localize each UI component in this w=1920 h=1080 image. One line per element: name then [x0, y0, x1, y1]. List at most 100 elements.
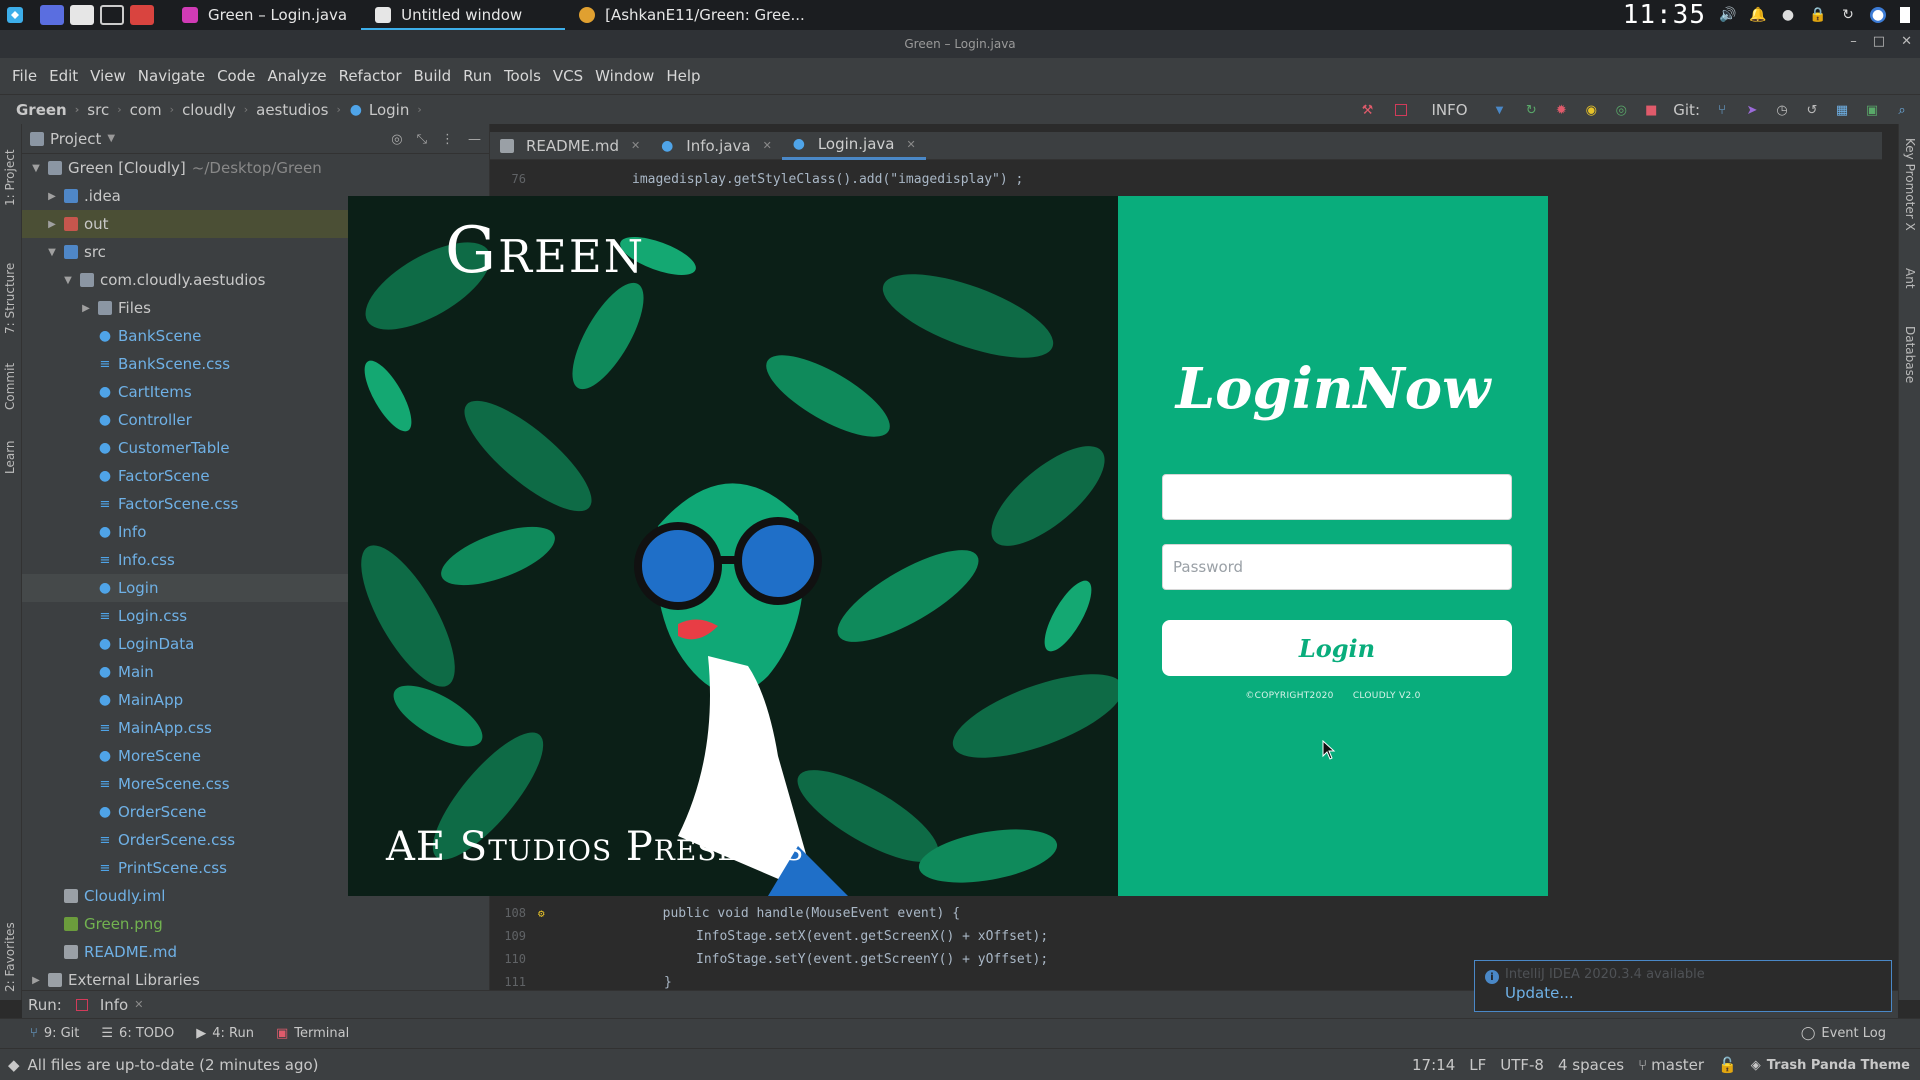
- readonly-lock-icon[interactable]: 🔓: [1718, 1056, 1737, 1074]
- terminal-toolbar-icon[interactable]: ▣: [1864, 102, 1880, 118]
- css-file-icon: ≡: [99, 608, 111, 624]
- tool-favorites[interactable]: 2: Favorites: [3, 922, 17, 992]
- task-intellij[interactable]: Green – Login.java: [168, 0, 361, 30]
- override-gutter-icon[interactable]: ⚙: [538, 907, 545, 920]
- clock[interactable]: 11:35: [1623, 0, 1706, 30]
- tree-item-file[interactable]: Green.png: [22, 910, 489, 938]
- breadcrumb-cloudly[interactable]: cloudly ›: [182, 101, 256, 119]
- debug-icon[interactable]: ✹: [1553, 102, 1569, 118]
- close-icon[interactable]: ✕: [134, 998, 143, 1011]
- menu-vcs[interactable]: VCS: [547, 67, 589, 85]
- git-rollback-icon[interactable]: ↺: [1804, 102, 1820, 118]
- file-encoding[interactable]: UTF-8: [1500, 1056, 1544, 1074]
- git-branch[interactable]: ⑂ master: [1638, 1056, 1704, 1074]
- file-manager-icon[interactable]: [70, 5, 94, 25]
- indent-setting[interactable]: 4 spaces: [1558, 1056, 1624, 1074]
- menu-run[interactable]: Run: [457, 67, 498, 85]
- username-input[interactable]: [1162, 474, 1512, 520]
- maximize-icon[interactable]: □: [1873, 34, 1885, 49]
- git-update-icon[interactable]: ⑂: [1714, 102, 1730, 118]
- menu-window[interactable]: Window: [589, 67, 660, 85]
- tool-database[interactable]: Database: [1903, 326, 1917, 383]
- tab-info-java[interactable]: ● Info.java ✕: [650, 132, 782, 160]
- tree-item-file[interactable]: README.md: [22, 938, 489, 966]
- breadcrumb-aestudios[interactable]: aestudios ›: [256, 101, 349, 119]
- todo-tool-button[interactable]: ☰ 6: TODO: [101, 1026, 174, 1041]
- menu-help[interactable]: Help: [660, 67, 706, 85]
- close-icon[interactable]: ✕: [763, 139, 772, 152]
- build-hammer-icon[interactable]: ⚒: [1359, 102, 1375, 118]
- close-icon[interactable]: ✕: [1901, 34, 1912, 49]
- run-tool-button[interactable]: ▶ 4: Run: [196, 1026, 254, 1041]
- menu-navigate[interactable]: Navigate: [132, 67, 211, 85]
- breadcrumb-com[interactable]: com ›: [130, 101, 182, 119]
- tab-readme[interactable]: README.md ✕: [490, 132, 650, 160]
- menu-code[interactable]: Code: [211, 67, 261, 85]
- tool-key-promoter[interactable]: Key Promoter X: [1903, 138, 1917, 231]
- options-icon[interactable]: ⋮: [441, 132, 454, 147]
- module-folder-icon: [48, 161, 62, 175]
- terminal-tool-button[interactable]: ▣ Terminal: [276, 1026, 349, 1041]
- task-browser[interactable]: [AshkanE11/Green: Gree...: [565, 0, 819, 30]
- caret-position[interactable]: 17:14: [1412, 1056, 1455, 1074]
- show-desktop-icon[interactable]: [1900, 7, 1910, 23]
- branch-icon: ⑂: [1638, 1056, 1648, 1074]
- project-structure-icon[interactable]: ▦: [1834, 102, 1850, 118]
- status-message[interactable]: All files are up-to-date (2 minutes ago): [28, 1056, 319, 1074]
- close-icon[interactable]: ✕: [631, 139, 640, 152]
- event-log-button[interactable]: ◯ Event Log: [1801, 1026, 1886, 1041]
- chevron-down-icon[interactable]: ▼: [107, 133, 115, 144]
- task-untitled-window[interactable]: Untitled window: [361, 0, 566, 30]
- tool-structure[interactable]: 7: Structure: [3, 263, 17, 334]
- menu-refactor[interactable]: Refactor: [333, 67, 408, 85]
- media-icon[interactable]: ●: [1780, 7, 1796, 23]
- menu-edit[interactable]: Edit: [43, 67, 84, 85]
- menu-analyze[interactable]: Analyze: [261, 67, 332, 85]
- git-push-icon[interactable]: ➤: [1744, 102, 1760, 118]
- profile-icon[interactable]: ◎: [1613, 102, 1629, 118]
- info-icon: i: [1485, 970, 1499, 984]
- run-config-select[interactable]: INFO ▼: [1389, 101, 1509, 119]
- screenshot-icon[interactable]: [130, 5, 154, 25]
- breadcrumb-src[interactable]: src ›: [87, 101, 129, 119]
- tool-ant[interactable]: Ant: [1903, 268, 1917, 289]
- app-launcher-button[interactable]: [0, 0, 30, 30]
- tree-root[interactable]: ▼ Green [Cloudly] ~/Desktop/Green: [22, 154, 489, 182]
- close-icon[interactable]: ✕: [906, 138, 915, 151]
- stop-icon[interactable]: ■: [1643, 102, 1659, 118]
- breadcrumb-login[interactable]: ● Login ›: [349, 101, 430, 119]
- volume-icon[interactable]: 🔊: [1719, 7, 1736, 23]
- account-icon[interactable]: ●: [1870, 7, 1886, 23]
- locate-icon[interactable]: ◎: [391, 132, 402, 147]
- rerun-icon[interactable]: ↻: [1523, 102, 1539, 118]
- menu-build[interactable]: Build: [408, 67, 458, 85]
- menu-tools[interactable]: Tools: [498, 67, 547, 85]
- class-icon: ●: [98, 328, 112, 344]
- git-tool-button[interactable]: ⑂ 9: Git: [30, 1026, 79, 1041]
- tool-commit[interactable]: Commit: [3, 363, 17, 410]
- run-tab-info[interactable]: Info ✕: [75, 996, 143, 1014]
- lock-icon[interactable]: 🔒: [1809, 7, 1826, 23]
- update-link[interactable]: Update...: [1505, 984, 1879, 1002]
- tool-project[interactable]: 1: Project: [3, 149, 17, 206]
- css-file-icon: ≡: [99, 720, 111, 736]
- login-button[interactable]: Login: [1162, 620, 1512, 676]
- hide-icon[interactable]: —: [468, 132, 481, 147]
- password-input[interactable]: [1162, 544, 1512, 590]
- tab-login-java[interactable]: ● Login.java ✕: [781, 132, 926, 160]
- line-separator[interactable]: LF: [1469, 1056, 1486, 1074]
- notifications-icon[interactable]: 🔔: [1749, 7, 1766, 23]
- coverage-icon[interactable]: ◉: [1583, 102, 1599, 118]
- git-history-icon[interactable]: ◷: [1774, 102, 1790, 118]
- minimize-icon[interactable]: –: [1850, 34, 1857, 49]
- menu-view[interactable]: View: [84, 67, 132, 85]
- menu-file[interactable]: File: [6, 67, 43, 85]
- tool-learn[interactable]: Learn: [3, 440, 17, 474]
- search-icon[interactable]: ⌕: [1894, 102, 1910, 118]
- desktop-icon[interactable]: [40, 5, 64, 25]
- breadcrumb-project[interactable]: Green ›: [16, 101, 87, 119]
- terminal-icon[interactable]: [100, 5, 124, 25]
- refresh-icon[interactable]: ↻: [1840, 7, 1856, 23]
- collapse-all-icon[interactable]: ⤡: [417, 132, 427, 147]
- theme-indicator[interactable]: ◈ Trash Panda Theme: [1751, 1058, 1910, 1073]
